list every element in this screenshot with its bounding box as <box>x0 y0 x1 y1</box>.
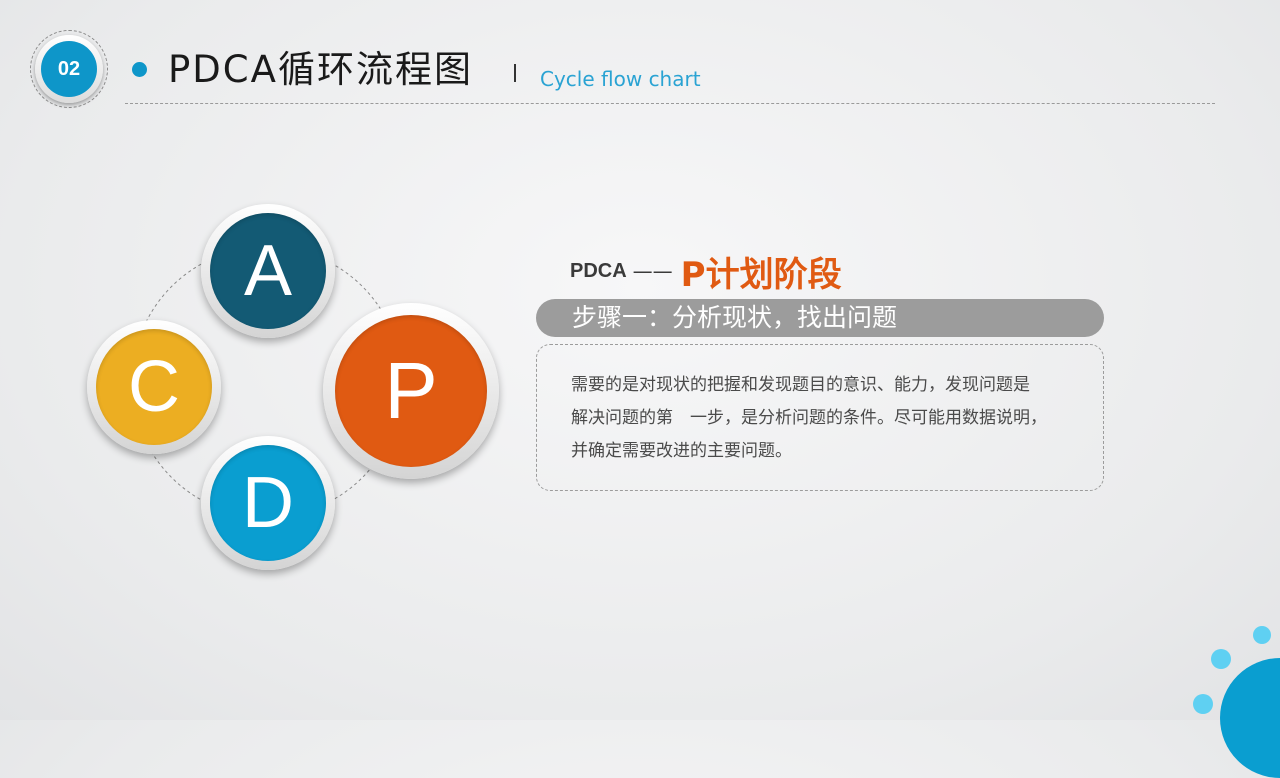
node-letter-c: C <box>96 329 212 445</box>
stage-heading: PDCA —— P计划阶段 <box>570 246 842 296</box>
badge-ring: 02 <box>35 35 103 103</box>
node-letter-p: P <box>335 315 487 467</box>
cycle-node-check: C <box>87 320 221 454</box>
stage-dash: —— <box>632 259 673 283</box>
page-subtitle: Cycle flow chart <box>540 67 701 91</box>
node-letter-d: D <box>210 445 326 561</box>
description-box: 需要的是对现状的把握和发现题目的意识、能力，发现问题是 解决问题的第 一步，是分… <box>536 344 1104 491</box>
description-text: 需要的是对现状的把握和发现题目的意识、能力，发现问题是 解决问题的第 一步，是分… <box>571 375 1047 461</box>
title-bullet-dot <box>132 62 147 77</box>
stage-title: P计划阶段 <box>680 254 842 295</box>
header-divider <box>125 103 1215 104</box>
cycle-node-plan: P <box>323 303 499 479</box>
cycle-node-do: D <box>201 436 335 570</box>
decor-dot-medium <box>1211 649 1231 669</box>
decor-circle-large <box>1220 658 1280 778</box>
cycle-node-act: A <box>201 204 335 338</box>
decor-dot-small <box>1253 626 1271 644</box>
title-separator <box>514 64 516 82</box>
header-badge: 02 <box>30 30 108 108</box>
decor-dot-low <box>1193 694 1213 714</box>
badge-number: 02 <box>41 41 97 97</box>
stage-prefix: PDCA <box>570 259 627 282</box>
node-letter-a: A <box>210 213 326 329</box>
step-label-pill: 步骤一：分析现状，找出问题 <box>536 299 1104 337</box>
page-title: PDCA循环流程图 <box>168 48 473 91</box>
